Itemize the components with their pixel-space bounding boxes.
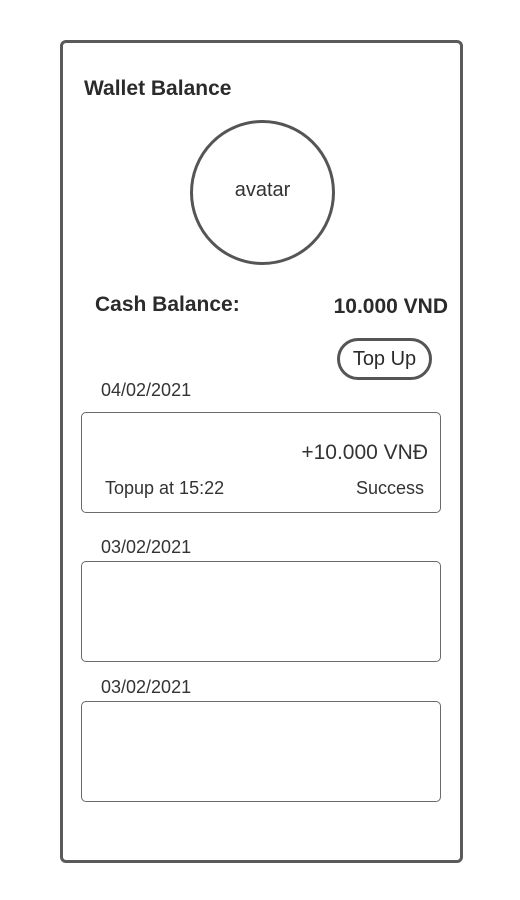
transaction-status: Success xyxy=(355,478,424,498)
transaction-date: 03/02/2021 xyxy=(101,537,192,557)
cash-balance-label: Cash Balance: xyxy=(95,293,240,316)
transaction-card[interactable] xyxy=(81,701,441,802)
transaction-date: 03/02/2021 xyxy=(101,677,192,697)
transaction-card[interactable]: +10.000 VNĐ Topup at 15:22 Success xyxy=(81,412,441,513)
transaction-date: 04/02/2021 xyxy=(101,380,192,400)
transaction-amount: +10.000 VNĐ xyxy=(301,441,428,464)
avatar-placeholder-label: avatar xyxy=(234,179,291,201)
page-title: Wallet Balance xyxy=(84,77,232,100)
top-up-button[interactable]: Top Up xyxy=(337,338,432,380)
transaction-description: Topup at 15:22 xyxy=(105,478,225,498)
wallet-screen: Wallet Balance avatar Cash Balance: 10.0… xyxy=(60,40,463,863)
transaction-card[interactable] xyxy=(81,561,441,662)
cash-balance-value: 10.000 VND xyxy=(333,295,448,318)
avatar: avatar xyxy=(190,120,335,265)
